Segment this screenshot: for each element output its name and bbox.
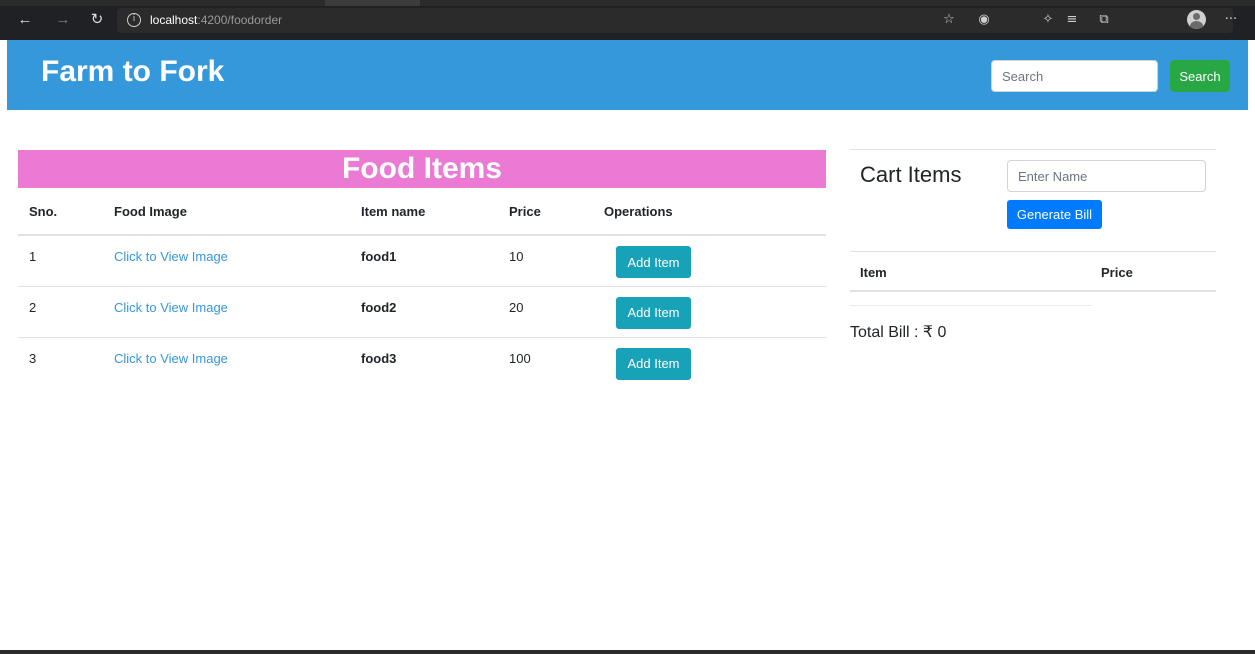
view-image-link[interactable]: Click to View Image	[114, 351, 228, 366]
cell-price: 10	[509, 249, 524, 264]
tab-strip	[0, 0, 1255, 6]
view-image-link[interactable]: Click to View Image	[114, 300, 228, 315]
extension-icon[interactable]: ◉	[974, 10, 994, 30]
search-button[interactable]: Search	[1170, 60, 1230, 92]
cell-sno: 2	[18, 285, 103, 337]
table-header-row: Sno. Food Image Item name Price Operatio…	[18, 188, 826, 236]
column-header-item-name: Item name	[350, 188, 498, 236]
cell-sno: 3	[18, 336, 103, 388]
url-path: :4200/foodorder	[197, 13, 283, 27]
generate-bill-button[interactable]: Generate Bill	[1007, 200, 1102, 229]
cell-image-link-cell: Click to View Image	[103, 336, 350, 388]
cell-image-link-cell: Click to View Image	[103, 285, 350, 337]
cell-item-name: food3	[350, 336, 498, 388]
extensions-puzzle-icon[interactable]: ✧	[1038, 10, 1058, 30]
cell-item-name: food2	[350, 285, 498, 337]
app-header: Farm to Fork Search	[7, 40, 1248, 110]
brand-title[interactable]: Farm to Fork	[41, 55, 224, 89]
cell-sno: 1	[29, 249, 37, 264]
total-bill: Total Bill : ₹ 0	[850, 324, 947, 341]
refresh-icon[interactable]: ↻	[86, 9, 108, 31]
browser-toolbar: ← → ↻ i localhost:4200/foodorder ☆ ◉ ✧ ≡…	[0, 0, 1255, 40]
cart-divider	[850, 305, 1092, 306]
add-item-button[interactable]: Add Item	[616, 296, 691, 329]
column-header-operations: Operations	[593, 188, 826, 236]
table-row: 3 Click to View Image food3 100 Add Item	[18, 336, 826, 388]
cart-column-item: Item	[860, 265, 887, 280]
cart-divider	[850, 251, 1216, 252]
cell-item-name: food1	[361, 249, 397, 264]
food-items-table: Sno. Food Image Item name Price Operatio…	[18, 188, 826, 388]
add-item-button[interactable]: Add Item	[616, 246, 691, 278]
cell-operations: Add Item	[593, 285, 826, 337]
back-icon[interactable]: ←	[14, 9, 36, 31]
add-item-button[interactable]: Add Item	[616, 347, 691, 380]
table-row: 2 Click to View Image food2 20 Add Item	[18, 285, 826, 337]
cart-header-divider	[850, 290, 1216, 292]
view-image-link[interactable]: Click to View Image	[114, 249, 228, 264]
cell-price: 100	[498, 336, 593, 388]
food-items-banner: Food Items	[18, 150, 826, 188]
cart-column-price: Price	[1101, 265, 1133, 280]
collections-icon[interactable]: ⧉	[1094, 10, 1114, 30]
more-menu-icon[interactable]: ···	[1221, 10, 1241, 30]
cell-price: 20	[498, 285, 593, 337]
cart-title: Cart Items	[860, 162, 962, 187]
url-text[interactable]: localhost:4200/foodorder	[150, 13, 282, 27]
table-row: 1 Click to View Image food1 10 Add Item	[18, 235, 826, 286]
tab-indicator	[325, 0, 420, 6]
cell-operations: Add Item	[593, 336, 826, 388]
column-header-sno: Sno.	[18, 188, 103, 236]
info-icon[interactable]: i	[127, 13, 141, 27]
cell-image-link-cell: Click to View Image	[103, 235, 350, 286]
cell-operations: Add Item	[593, 235, 826, 286]
column-header-food-image: Food Image	[103, 188, 350, 236]
column-header-price: Price	[498, 188, 593, 236]
reading-list-icon[interactable]: ≡	[1062, 10, 1082, 30]
url-host: localhost	[150, 13, 198, 27]
favorites-add-icon[interactable]: ☆	[939, 10, 959, 30]
cart-divider	[850, 149, 1216, 150]
forward-icon[interactable]: →	[52, 9, 74, 31]
profile-avatar-icon[interactable]	[1187, 10, 1206, 29]
customer-name-input[interactable]	[1007, 160, 1206, 192]
bottom-strip	[0, 650, 1255, 654]
search-input[interactable]	[991, 60, 1158, 92]
